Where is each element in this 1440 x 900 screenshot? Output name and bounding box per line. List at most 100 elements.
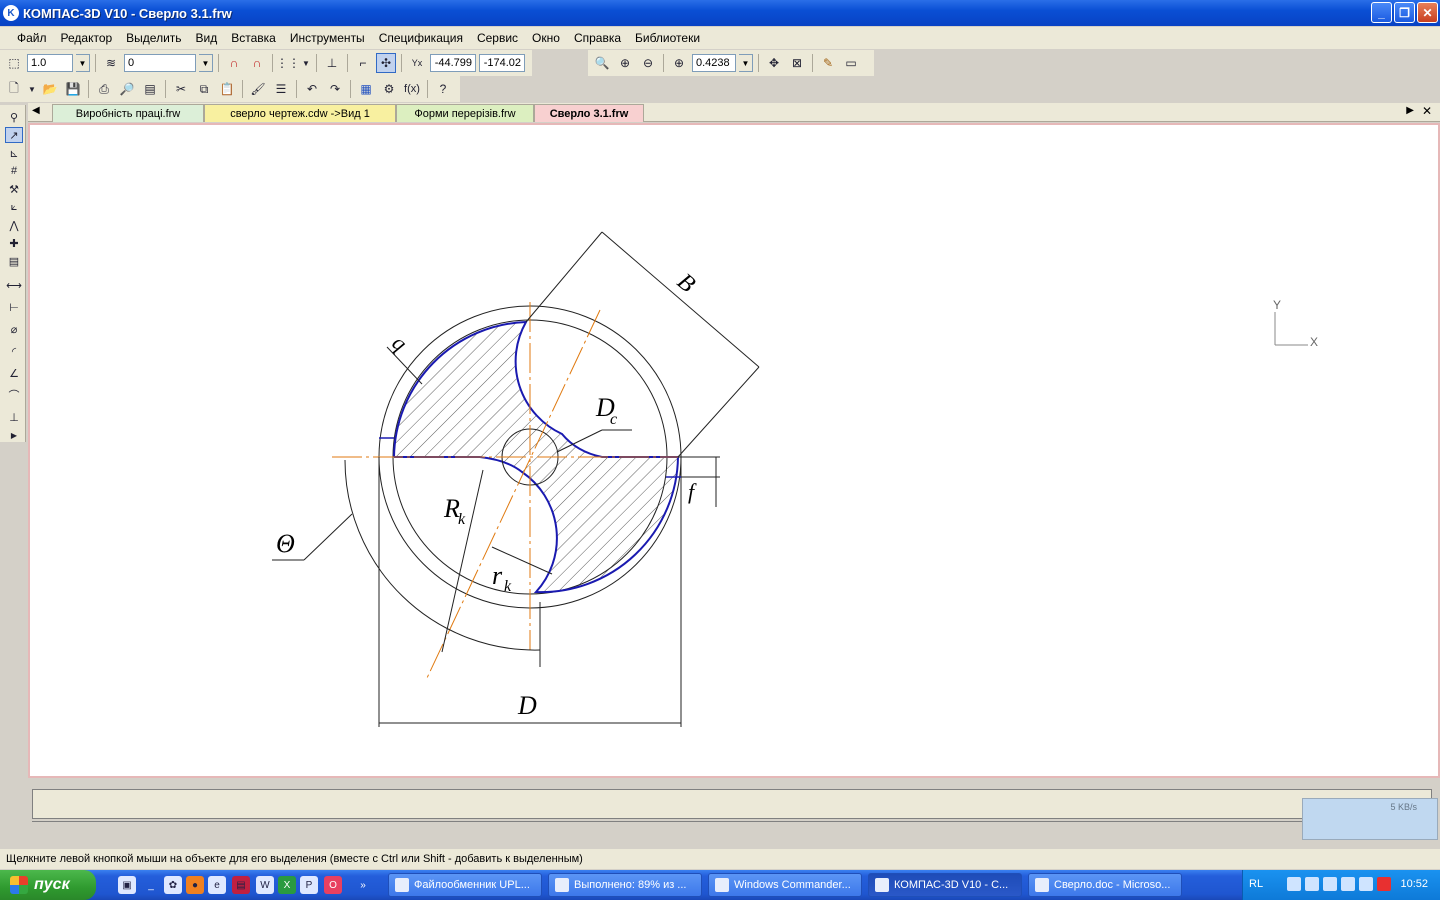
tab-sverlo-cdw[interactable]: сверло чертеж.cdw ->Вид 1	[204, 104, 396, 122]
menu-editor[interactable]: Редактор	[54, 31, 120, 45]
scale-dropdown[interactable]: ▼	[76, 54, 90, 72]
drawing-canvas[interactable]: B q D c f R k r k Θ D Y X	[28, 123, 1440, 778]
network-icon[interactable]	[1287, 877, 1301, 891]
print-icon[interactable]: ⎙	[94, 79, 114, 99]
volume-icon[interactable]	[1323, 877, 1337, 891]
zoom-in-icon[interactable]: ⊕	[615, 53, 635, 73]
refresh-icon[interactable]: ✎	[818, 53, 838, 73]
quicklaunch-app-icon[interactable]: ▣	[118, 876, 136, 894]
quicklaunch-more-icon[interactable]: »	[354, 876, 372, 894]
layer-dropdown[interactable]: ▼	[199, 54, 213, 72]
task-kompas[interactable]: КОМПАС-3D V10 - С...	[868, 873, 1022, 897]
commander-icon[interactable]: ▤	[232, 876, 250, 894]
menu-specification[interactable]: Спецификация	[372, 31, 470, 45]
ortho-icon[interactable]: ⌐	[353, 53, 373, 73]
new-document-icon[interactable]: 🗋	[4, 79, 24, 99]
cut-icon[interactable]: ✂	[171, 79, 191, 99]
coord-x-field[interactable]: -44.799	[430, 54, 476, 72]
associative-views-icon[interactable]: ✚	[5, 235, 23, 251]
antivirus-icon[interactable]	[1377, 877, 1391, 891]
scale-field[interactable]: 1.0	[27, 54, 73, 72]
snap-local-icon[interactable]: ∩	[247, 53, 267, 73]
open-icon[interactable]: 📂	[40, 79, 60, 99]
menu-help[interactable]: Справка	[567, 31, 628, 45]
property-panel-field[interactable]	[32, 789, 1432, 819]
menu-window[interactable]: Окно	[525, 31, 567, 45]
properties-icon[interactable]: ▭	[841, 53, 861, 73]
layer-field[interactable]: 0	[124, 54, 196, 72]
menu-service[interactable]: Сервис	[470, 31, 525, 45]
expand-toolbar-icon[interactable]: ▶	[5, 427, 23, 443]
tab-formy[interactable]: Форми перерізів.frw	[396, 104, 534, 122]
language-indicator[interactable]: RL	[1249, 878, 1263, 890]
paste-icon[interactable]: 📋	[217, 79, 237, 99]
minimize-button[interactable]: _	[1371, 2, 1392, 23]
close-document-icon[interactable]: ✕	[1422, 104, 1432, 118]
dimensions-icon[interactable]: ⊾	[5, 145, 23, 161]
ie-icon[interactable]: e	[208, 876, 226, 894]
new-dropdown-icon[interactable]: ▼	[27, 79, 37, 99]
opera-icon[interactable]: O	[324, 876, 342, 894]
zoom-out-icon[interactable]: ⊖	[638, 53, 658, 73]
selection-icon[interactable]: ⋀	[5, 217, 23, 233]
bracket-dim-icon[interactable]: ⊢	[5, 299, 23, 315]
task-commander[interactable]: Windows Commander...	[708, 873, 862, 897]
show-desktop-icon[interactable]: _	[142, 876, 160, 894]
format-brush-icon[interactable]: 🖌	[248, 79, 268, 99]
height-dim-icon[interactable]: ⊥	[5, 409, 23, 425]
radial-dim-icon[interactable]: ◜	[5, 343, 23, 359]
zoom-dropdown[interactable]: ▼	[739, 54, 753, 72]
menu-select[interactable]: Выделить	[119, 31, 188, 45]
designations-icon[interactable]: #	[5, 163, 23, 179]
task-download[interactable]: Выполнено: 89% из ...	[548, 873, 702, 897]
copy-props-icon[interactable]: ▤	[140, 79, 160, 99]
quicklaunch-tool-icon[interactable]: ✿	[164, 876, 182, 894]
show-all-icon[interactable]: ⊠	[787, 53, 807, 73]
help-pointer-icon[interactable]: ?	[433, 79, 453, 99]
tabs-scroll-right-icon[interactable]: ▶	[1406, 105, 1414, 116]
tabs-scroll-left-icon[interactable]: ◀	[32, 105, 40, 116]
grid-dropdown-icon[interactable]: ▼	[301, 53, 311, 73]
tab-vyrobnist[interactable]: Виробність праці.frw	[52, 104, 204, 122]
zoom-field[interactable]: 0.4238	[692, 54, 736, 72]
manager-icon[interactable]: ▦	[356, 79, 376, 99]
angle-dim-icon[interactable]: ∠	[5, 365, 23, 381]
restore-button[interactable]: ❐	[1394, 2, 1415, 23]
menu-view[interactable]: Вид	[189, 31, 225, 45]
local-cs-icon[interactable]: ⊥	[322, 53, 342, 73]
task-word[interactable]: Сверло.doc - Microso...	[1028, 873, 1182, 897]
menu-tools[interactable]: Инструменты	[283, 31, 372, 45]
powerpoint-icon[interactable]: P	[300, 876, 318, 894]
copy-icon[interactable]: ⧉	[194, 79, 214, 99]
coord-y-field[interactable]: -174.02	[479, 54, 525, 72]
menu-libraries[interactable]: Библиотеки	[628, 31, 707, 45]
menu-file[interactable]: Файл	[10, 31, 54, 45]
parametrization-icon[interactable]: ⚒	[5, 181, 23, 197]
redo-icon[interactable]: ↷	[325, 79, 345, 99]
firefox-icon[interactable]: ●	[186, 876, 204, 894]
print-preview-icon[interactable]: 🔎	[117, 79, 137, 99]
task-fileshare[interactable]: Файлообменник UPL...	[388, 873, 542, 897]
snap-magnet-icon[interactable]: ∩	[224, 53, 244, 73]
function-icon[interactable]: f(x)	[402, 79, 422, 99]
layer-icon[interactable]: ≋	[101, 53, 121, 73]
arc-dim-icon[interactable]: ⌒	[5, 387, 23, 403]
geometry-icon[interactable]: ⚲	[5, 109, 23, 125]
excel-icon[interactable]: X	[278, 876, 296, 894]
library-icon[interactable]: ⚙	[379, 79, 399, 99]
linear-dim-icon[interactable]: ⟷	[5, 277, 23, 293]
speaker-icon[interactable]	[1341, 877, 1355, 891]
tray-app-icon[interactable]	[1359, 877, 1373, 891]
list-icon[interactable]: ☰	[271, 79, 291, 99]
network2-icon[interactable]	[1305, 877, 1319, 891]
grid-icon[interactable]: ⋮⋮	[276, 53, 300, 73]
undo-icon[interactable]: ↶	[302, 79, 322, 99]
close-button[interactable]: ✕	[1417, 2, 1438, 23]
snap-toggle-icon[interactable]: ✣	[376, 53, 396, 73]
diameter-dim-icon[interactable]: ⌀	[5, 321, 23, 337]
spec-icon[interactable]: ▤	[5, 253, 23, 269]
edit-icon[interactable]: ↗	[5, 127, 23, 143]
measurements-icon[interactable]: ⟀	[5, 199, 23, 215]
start-button[interactable]: пуск	[0, 870, 96, 900]
pan-icon[interactable]: ✥	[764, 53, 784, 73]
